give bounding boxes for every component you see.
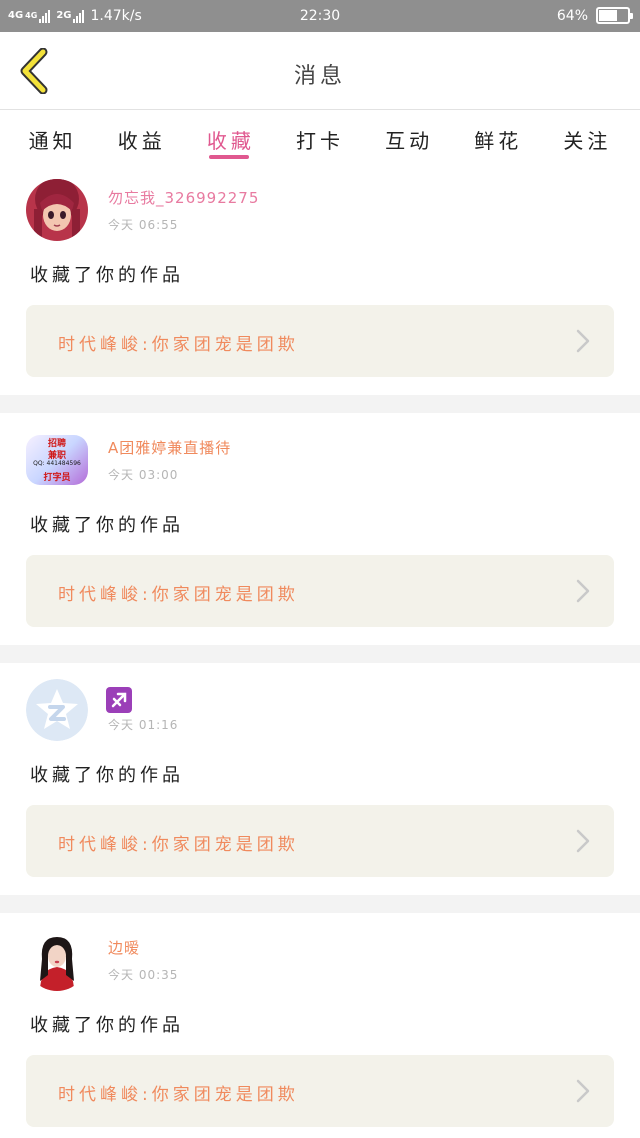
message-time: 今天 00:35 (108, 968, 179, 982)
work-link[interactable]: 时代峰峻:你家团宠是团欺 (26, 805, 614, 877)
message-time: 今天 03:00 (108, 468, 179, 482)
tab-notice[interactable]: 通知 (29, 111, 77, 163)
tab-checkin[interactable]: 打卡 (296, 111, 344, 163)
avatar[interactable] (26, 679, 88, 741)
sagittarius-icon (106, 687, 132, 713)
work-link[interactable]: 时代峰峻:你家团宠是团欺 (26, 1055, 614, 1127)
battery-icon (596, 7, 633, 24)
user-name[interactable] (106, 687, 132, 717)
girl-photo-avatar-icon (26, 929, 88, 991)
message-time: 今天 06:55 (108, 218, 179, 232)
work-title: 时代峰峻:你家团宠是团欺 (58, 335, 299, 355)
tab-earnings[interactable]: 收益 (118, 111, 166, 163)
message-item: 边暧 今天 00:35 收藏了你的作品 时代峰峻:你家团宠是团欺 (0, 913, 640, 1138)
chevron-right-icon (576, 1079, 590, 1103)
user-name[interactable]: A团雅婷兼直播待 (108, 437, 231, 458)
divider (0, 395, 640, 413)
tab-follow[interactable]: 关注 (563, 111, 611, 163)
message-time: 今天 01:16 (108, 718, 179, 732)
chevron-right-icon (576, 579, 590, 603)
message-item: 勿忘我_326992275 今天 06:55 收藏了你的作品 时代峰峻:你家团宠… (0, 163, 640, 395)
action-text: 收藏了你的作品 (30, 265, 184, 286)
tab-favorites[interactable]: 收藏 (207, 111, 255, 163)
avatar-text-line: QQ: 441484596 (33, 460, 81, 467)
message-item: 招聘 兼职 QQ: 441484596 打字员 A团雅婷兼直播待 今天 03:0… (0, 413, 640, 645)
work-title: 时代峰峻:你家团宠是团欺 (58, 1085, 299, 1105)
anime-girl-avatar-icon (26, 179, 88, 241)
avatar[interactable] (26, 929, 88, 991)
divider (0, 645, 640, 663)
user-name[interactable]: 边暧 (108, 937, 140, 958)
tab-flowers[interactable]: 鲜花 (474, 111, 522, 163)
user-name[interactable]: 勿忘我_326992275 (108, 187, 259, 208)
work-title: 时代峰峻:你家团宠是团欺 (58, 585, 299, 605)
message-list: 勿忘我_326992275 今天 06:55 收藏了你的作品 时代峰峻:你家团宠… (0, 163, 640, 1138)
tab-interaction[interactable]: 互动 (385, 111, 433, 163)
recruitment-ad-avatar: 招聘 兼职 QQ: 441484596 打字员 (26, 435, 88, 485)
chevron-right-icon (576, 329, 590, 353)
message-item: 今天 01:16 收藏了你的作品 时代峰峻:你家团宠是团欺 (0, 663, 640, 895)
work-link[interactable]: 时代峰峻:你家团宠是团欺 (26, 305, 614, 377)
battery-percent: 64% (556, 7, 588, 24)
nav-bar: 消息 (0, 32, 640, 110)
tab-bar: 通知 收益 收藏 打卡 互动 鲜花 关注 (0, 111, 640, 163)
avatar[interactable] (26, 179, 88, 241)
action-text: 收藏了你的作品 (30, 765, 184, 786)
status-right: 64% (556, 7, 633, 24)
chevron-right-icon (576, 829, 590, 853)
status-bar: 4G 4G 2G 1.47k/s 22:30 64% (0, 0, 640, 32)
avatar-text-line: 打字员 (43, 473, 71, 483)
page-title: 消息 (293, 64, 346, 89)
work-link[interactable]: 时代峰峻:你家团宠是团欺 (26, 555, 614, 627)
divider (0, 895, 640, 913)
work-title: 时代峰峻:你家团宠是团欺 (58, 835, 299, 855)
avatar[interactable]: 招聘 兼职 QQ: 441484596 打字员 (26, 435, 88, 485)
action-text: 收藏了你的作品 (30, 1015, 184, 1036)
qq-default-avatar-icon (26, 679, 88, 741)
action-text: 收藏了你的作品 (30, 515, 184, 536)
clock: 22:30 (299, 8, 341, 24)
